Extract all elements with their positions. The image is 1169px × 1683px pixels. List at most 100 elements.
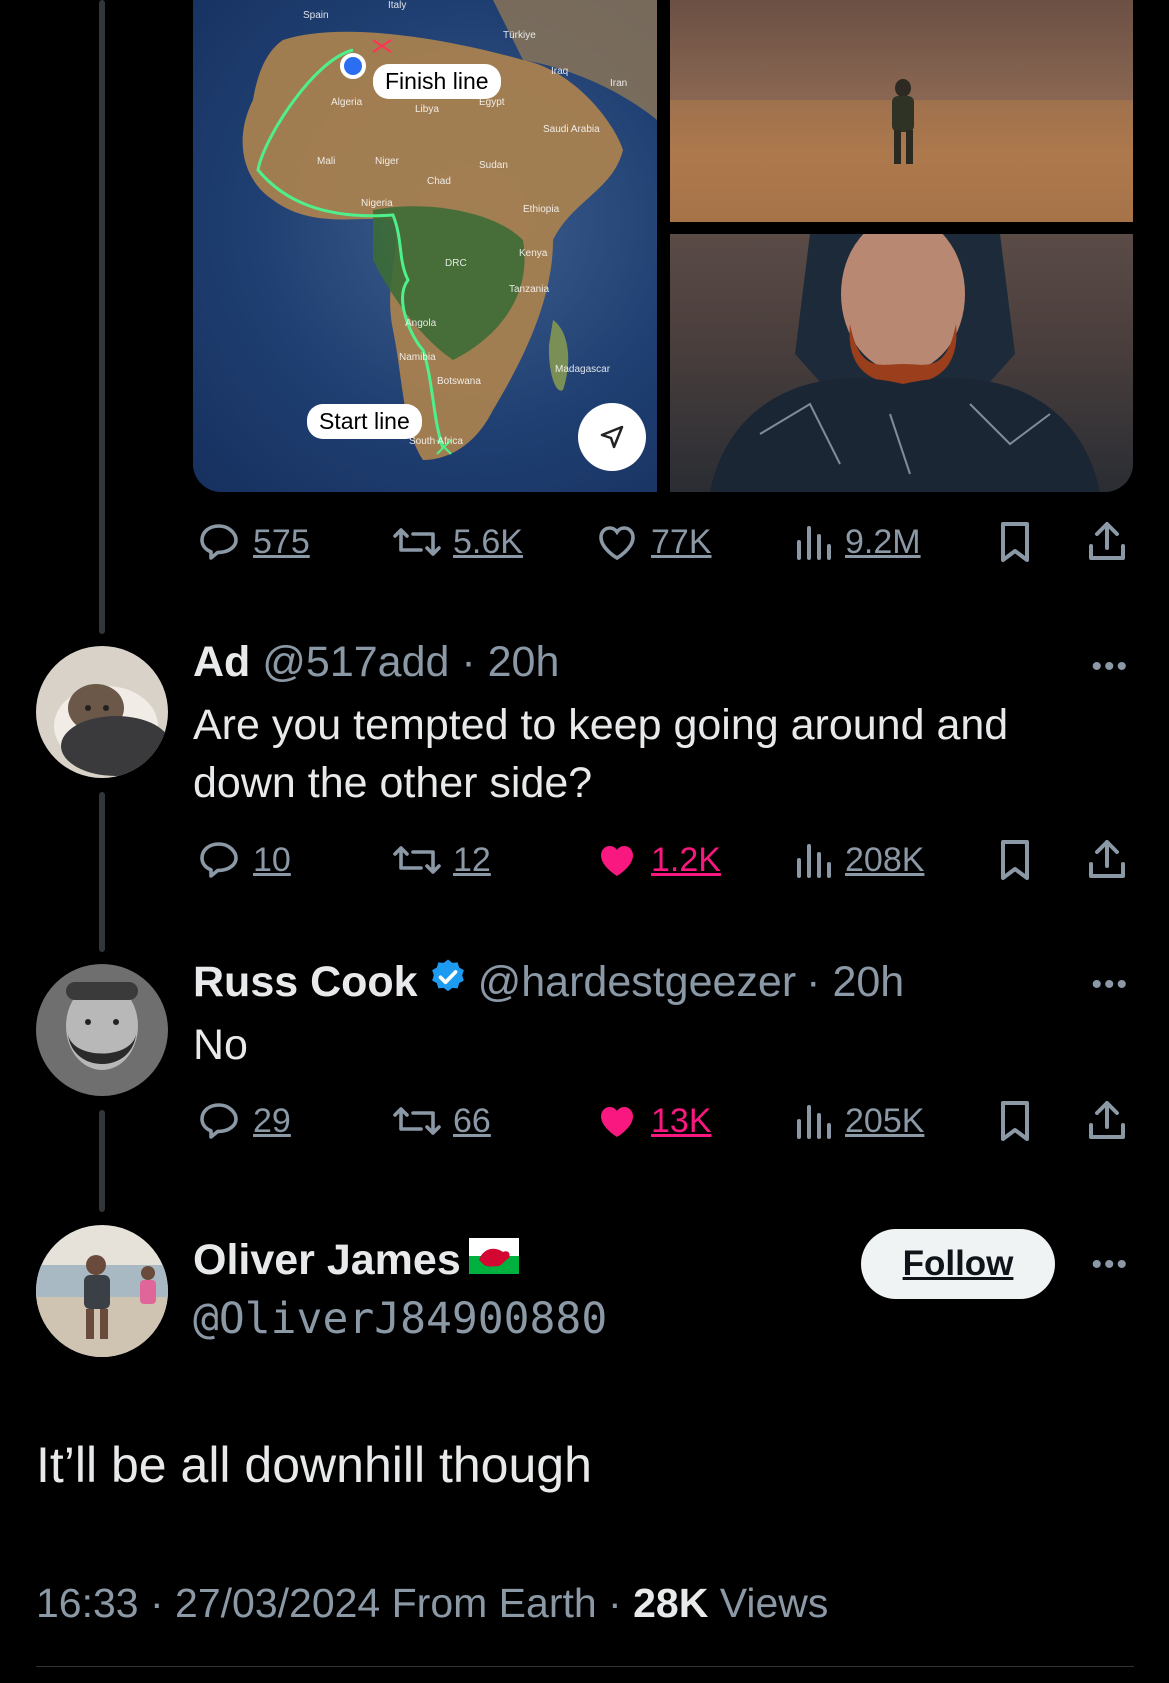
analytics-icon [791,836,835,884]
map-country-label: Madagascar [555,364,611,375]
desert-runner-photo[interactable] [670,0,1133,222]
views-button[interactable]: 208K [791,836,924,884]
views-count: 208K [845,840,925,879]
reply1-actions: 10 12 1.2K 208K [193,836,1133,884]
post-time[interactable]: · 20h [461,638,559,686]
tweet-metadata: 16:33 · 27/03/2024 From Earth · 28K View… [36,1580,828,1627]
like-button[interactable]: 13K [593,1097,712,1145]
map-country-label: Iraq [551,66,569,77]
reply-icon [195,1097,243,1145]
author-handle[interactable]: @OliverJ84900880 [193,1294,607,1344]
author-name[interactable]: Russ Cook [193,958,418,1007]
hooded-runner-portrait[interactable] [670,216,1133,492]
views-label: Views [719,1580,829,1626]
retweet-button[interactable]: 5.6K [391,518,523,566]
cat-avatar-graphic [36,646,168,778]
thread-line-mid [99,792,105,952]
views-button[interactable]: 9.2M [791,518,921,566]
reply2-header: Russ Cook @hardestgeezer · 20h [193,957,904,1008]
runner-figure-graphic [670,79,1133,222]
share-button[interactable] [1083,518,1131,566]
author-handle[interactable]: @hardestgeezer [478,958,797,1007]
like-count: 13K [651,1101,712,1140]
navigation-arrow-icon [600,425,624,449]
map-country-label: Niger [375,156,399,167]
post-time[interactable]: · 20h [806,958,904,1007]
thread-line-top [99,0,105,634]
heart-filled-icon [593,1097,641,1145]
bookmark-button[interactable] [993,1097,1037,1145]
retweet-icon [391,518,443,566]
original-tweet-actions: 575 5.6K 77K 9.2M [193,518,1133,566]
like-count: 1.2K [651,840,721,879]
map-country-label: South Africa [409,436,463,447]
reply-button[interactable]: 575 [195,518,310,566]
retweet-count: 5.6K [453,522,523,561]
views-count: 28K [633,1580,709,1626]
more-options-icon[interactable]: ••• [1091,650,1129,684]
like-button[interactable]: 1.2K [593,836,721,884]
reply-count: 29 [253,1101,291,1140]
author-handle[interactable]: @517add [262,638,449,686]
more-options-icon[interactable]: ••• [1091,1248,1129,1282]
tweet-media-grid: Spain Italy Türkiye Iraq Iran Algeria Li… [193,0,1133,492]
navigation-button[interactable] [578,403,646,471]
retweet-button[interactable]: 66 [391,1097,491,1145]
avatar[interactable] [36,1225,168,1357]
views-button[interactable]: 205K [791,1097,924,1145]
reply1-header: Ad @517add · 20h [193,638,559,687]
views-count: 205K [845,1101,925,1140]
bookmark-icon [993,836,1037,884]
retweet-count: 12 [453,840,491,879]
finish-line-label: Finish line [373,64,501,99]
map-country-label: Türkiye [503,30,536,41]
reply1-text: Are you tempted to keep going around and… [193,701,1009,807]
share-icon [1083,1097,1131,1145]
reply-icon [195,836,243,884]
share-button[interactable] [1083,836,1131,884]
map-country-label: Italy [388,0,407,11]
wales-flag-icon [468,1236,519,1285]
bookmark-icon [993,518,1037,566]
author-name[interactable]: Ad [193,638,250,686]
reply-count: 10 [253,840,291,879]
reply-count: 575 [253,522,310,561]
map-country-label: Mali [317,156,336,167]
reply-button[interactable]: 10 [195,836,291,884]
author-name[interactable]: Oliver James [193,1236,461,1285]
map-country-label: Libya [415,104,439,115]
thread-line-bottom [99,1110,105,1212]
reply-button[interactable]: 29 [195,1097,291,1145]
map-country-label: Chad [427,176,451,187]
avatar[interactable] [36,646,168,778]
share-button[interactable] [1083,1097,1131,1145]
reply2-actions: 29 66 13K 205K [193,1097,1133,1145]
follow-button[interactable]: Follow [861,1229,1055,1299]
heart-filled-icon [593,836,641,884]
reply-icon [195,518,243,566]
map-country-label: Botswana [437,376,481,387]
avatar[interactable] [36,964,168,1096]
map-country-label: Angola [405,318,437,329]
route-map-image[interactable]: Spain Italy Türkiye Iraq Iran Algeria Li… [193,0,657,492]
bookmark-button[interactable] [993,836,1037,884]
more-options-icon[interactable]: ••• [1091,968,1129,1002]
like-button[interactable]: 77K [593,518,712,566]
man-avatar-graphic [36,964,168,1096]
map-country-label: Spain [303,10,329,21]
bookmark-icon [993,1097,1037,1145]
heart-outline-icon [593,518,641,566]
retweet-button[interactable]: 12 [391,836,491,884]
map-country-label: Ethiopia [523,204,560,215]
map-country-label: Sudan [479,160,508,171]
retweet-icon [391,1097,443,1145]
retweet-count: 66 [453,1101,491,1140]
timestamp[interactable]: 16:33 · 27/03/2024 From Earth · [36,1580,622,1626]
analytics-icon [791,1097,835,1145]
portrait-graphic [710,216,1100,492]
map-country-label: Iran [610,78,628,89]
bookmark-button[interactable] [993,518,1037,566]
main-author-name-row: Oliver James [193,1236,519,1285]
verified-badge-icon [428,957,468,1008]
runner-avatar-graphic [36,1225,168,1357]
